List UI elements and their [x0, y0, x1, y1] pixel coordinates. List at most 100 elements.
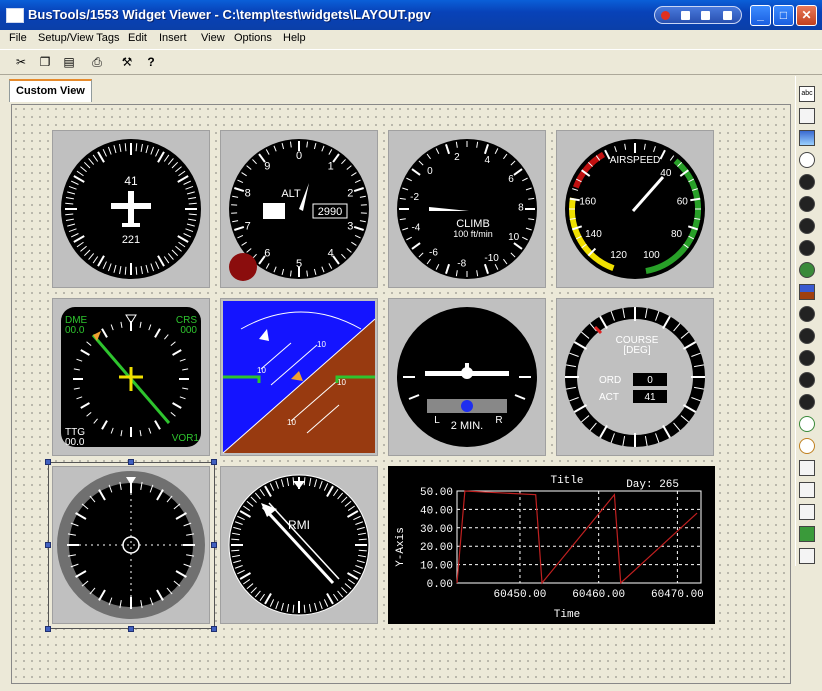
compass-widget[interactable]	[52, 466, 210, 624]
image-widget-icon[interactable]	[799, 130, 815, 146]
resize-handle[interactable]	[128, 459, 134, 465]
menu-setup-view-tags[interactable]: Setup/View Tags	[38, 32, 120, 44]
turn-coordinator-widget[interactable]: L R 2 MIN.	[388, 298, 546, 456]
resize-handle[interactable]	[211, 459, 217, 465]
menu-file[interactable]: File	[9, 32, 27, 44]
close-button[interactable]: ✕	[796, 5, 817, 26]
dial-number: 10	[508, 232, 520, 243]
altimeter-widget[interactable]: 0 1 2 3 4 5 6 7 8 9 ALT 2990	[220, 130, 378, 288]
dial-tick	[231, 538, 240, 541]
blank-widget-icon[interactable]	[799, 108, 815, 124]
record-icon[interactable]	[661, 11, 670, 20]
resize-handle[interactable]	[211, 542, 217, 548]
climb-indicator-widget[interactable]: 4 6 8 10 -10 -8 -6 -4 -2 0 2 CLIMB 100 ft/min	[388, 130, 546, 288]
turn-left-label: L	[434, 415, 440, 426]
grid-widget-icon[interactable]	[799, 460, 815, 476]
dial-number: 0	[296, 150, 302, 162]
meter-widget-icon[interactable]	[799, 416, 815, 432]
turn-widget-icon[interactable]	[799, 306, 815, 322]
airspeed-widget-icon[interactable]	[799, 262, 815, 278]
dropdown-icon[interactable]	[723, 11, 732, 20]
altimeter-widget-icon[interactable]	[799, 218, 815, 234]
menu-edit[interactable]: Edit	[128, 32, 147, 44]
gauge-widget-icon[interactable]	[799, 394, 815, 410]
resize-handle[interactable]	[128, 626, 134, 632]
maximize-button[interactable]: □	[773, 5, 794, 26]
minimize-button[interactable]: _	[750, 5, 771, 26]
help-icon[interactable]: ?	[142, 53, 160, 71]
course-act-value: 41	[644, 392, 656, 403]
menu-options[interactable]: Options	[234, 32, 272, 44]
widget-palette: abc	[795, 76, 821, 566]
screen-icon[interactable]	[701, 11, 710, 20]
rmi-widget[interactable]: RMI	[220, 466, 378, 624]
dial-tick	[188, 202, 197, 205]
attitude-widget-icon[interactable]	[799, 174, 815, 190]
dial-number: 6	[508, 174, 514, 185]
scissors-icon[interactable]: ✂	[12, 53, 30, 71]
hsi-display: DME 00.0 CRS 000 TTG 00.0 VOR1	[61, 307, 201, 448]
heading-widget-icon[interactable]	[799, 196, 815, 212]
dial-number: 7	[245, 221, 251, 233]
altimeter-readout: 2990	[318, 206, 342, 218]
climb-units: 100 ft/min	[453, 229, 493, 239]
dial-widget-icon[interactable]	[799, 372, 815, 388]
dial-number: 2	[454, 152, 460, 163]
printer-icon[interactable]: ⎙	[88, 53, 106, 71]
window-icon[interactable]	[681, 11, 690, 20]
heading-indicator-widget[interactable]: 41 221	[52, 130, 210, 288]
chart-y-tick: 40.00	[420, 505, 453, 517]
resize-handle[interactable]	[45, 542, 51, 548]
copy-icon[interactable]: ❐	[36, 53, 54, 71]
airspeed-indicator-widget[interactable]: 40 60 80 100 120 140 160 AIRSPEED	[556, 130, 714, 288]
dial-number: 5	[296, 258, 302, 270]
list-widget-icon[interactable]	[799, 504, 815, 520]
vsi-widget-icon[interactable]	[799, 240, 815, 256]
dial-tick	[124, 266, 127, 275]
chart-widget-icon[interactable]	[799, 526, 815, 542]
compass-display	[57, 471, 205, 619]
course-ord-label: ORD	[599, 375, 621, 386]
resize-handle[interactable]	[45, 626, 51, 632]
hsi-widget[interactable]: DME 00.0 CRS 000 TTG 00.0 VOR1	[52, 298, 210, 456]
tab-custom-view[interactable]: Custom View	[9, 79, 92, 102]
tools-icon[interactable]: ⚒	[118, 53, 136, 71]
paste-icon[interactable]: ▤	[60, 53, 78, 71]
hsi-crs-value: 000	[180, 325, 197, 336]
dial-number: 8	[245, 187, 251, 199]
adi-widget-icon[interactable]	[799, 284, 815, 300]
dial-number: -10	[484, 253, 499, 264]
rmi-widget-icon[interactable]	[799, 328, 815, 344]
dial-tick	[292, 604, 295, 613]
altimeter-label: ALT	[281, 188, 301, 200]
altimeter-warning-light	[229, 253, 257, 281]
chart-x-tick: 60470.00	[651, 589, 704, 601]
menu-view[interactable]: View	[201, 32, 225, 44]
strip-widget-icon[interactable]	[799, 548, 815, 564]
text-widget-icon[interactable]: abc	[799, 86, 815, 102]
course-widget-icon[interactable]	[799, 350, 815, 366]
menu-help[interactable]: Help	[283, 32, 306, 44]
chart-y-tick: 20.00	[420, 542, 453, 554]
dial-tick	[231, 549, 240, 552]
course-indicator-widget[interactable]: COURSE [DEG] ORD 0 ACT 41	[556, 298, 714, 456]
inclinometer-ball	[461, 400, 473, 412]
line-chart-widget[interactable]: Title Day: 265 Time Y-Axis 0.00 10.00 20.0…	[388, 466, 715, 624]
layout-canvas[interactable]: 41 221 0123456789 ALT 2990 4 6 8 10-10 -…	[11, 104, 791, 684]
resize-handle[interactable]	[45, 459, 51, 465]
chart-y-tick: 50.00	[420, 487, 453, 499]
adi-widget[interactable]: 10 10 10 10	[220, 298, 378, 456]
dial-number: 60	[677, 197, 689, 208]
dial-number: 160	[579, 197, 596, 208]
meter2-widget-icon[interactable]	[799, 438, 815, 454]
dial-number: -8	[457, 259, 466, 270]
dial-tick	[303, 604, 306, 613]
menu-insert[interactable]: Insert	[159, 32, 187, 44]
resize-handle[interactable]	[211, 626, 217, 632]
chart-x-tick: 60460.00	[572, 589, 625, 601]
compass-widget-icon[interactable]	[799, 152, 815, 168]
utility-buttons[interactable]	[654, 6, 742, 24]
dial-tick	[358, 538, 367, 541]
table-widget-icon[interactable]	[799, 482, 815, 498]
chart-y-tick: 0.00	[427, 579, 453, 591]
